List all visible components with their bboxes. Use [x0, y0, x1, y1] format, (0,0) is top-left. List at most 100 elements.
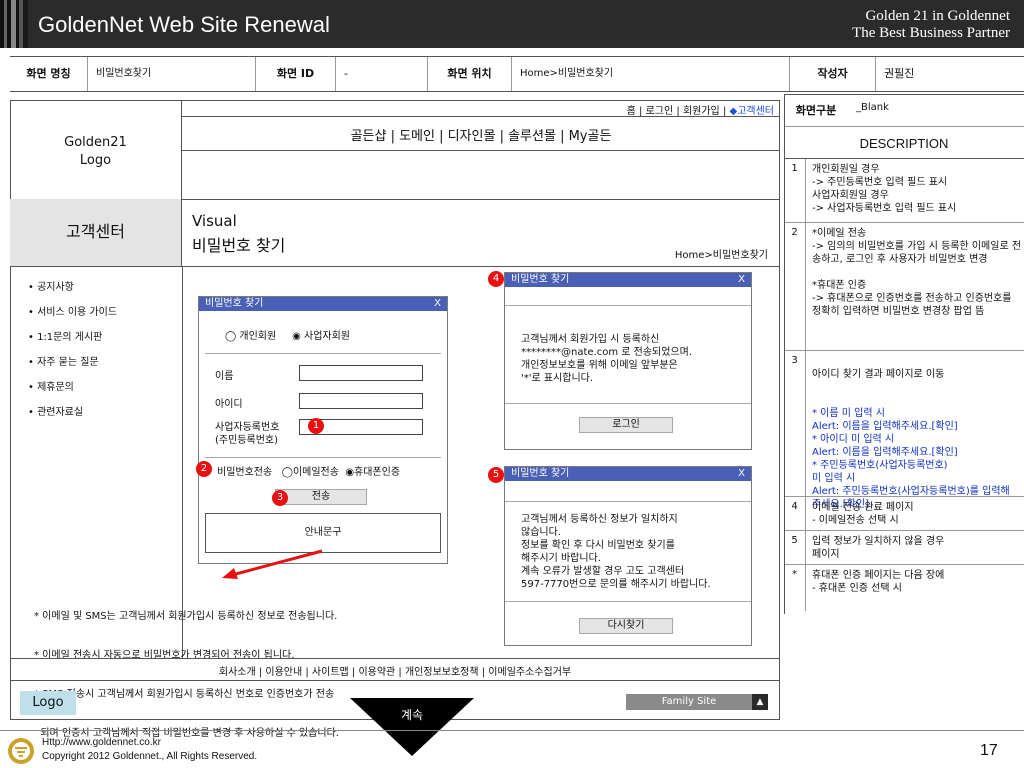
submit-button[interactable]: 전송 [275, 489, 367, 505]
continue-label: 계속 [400, 708, 424, 722]
document-title: GoldenNet Web Site Renewal [38, 12, 330, 37]
location-value: Home>비밀번호찾기 [512, 57, 790, 91]
site-logo-text: Golden21 Logo [64, 135, 127, 168]
find-password-window: 비밀번호 찾기 X ◯ 개인회원 ◉ 사업자회원 이름 아이디 사업자등록번호 … [198, 296, 448, 564]
desc-row-1-text: 개인회원일 경우 -> 주민등록번호 입력 필드 표시 사업자회원일 경우 ->… [812, 164, 957, 214]
menu-item-guide-label: 서비스 이용 가이드 [37, 307, 118, 318]
menu-item-partnership-label: 제휴문의 [37, 382, 74, 393]
header-slogan: Golden 21 in Goldennet The Best Business… [852, 8, 1010, 42]
footer-links[interactable]: 회사소개 | 이용안내 | 사이트맵 | 이용약관 | 개인정보보호정책 | 이… [10, 663, 780, 678]
note-line-3: * SMS 전송시 고객님께서 회원가입시 등록하신 번호로 인증번호가 전송 [34, 689, 335, 700]
menu-item-resources-label: 관련자료실 [37, 407, 84, 418]
utility-links: 홈 | 로그인 | 회원가입 | ◆고객센터 [626, 106, 774, 117]
desc-row-6-number: * [784, 565, 806, 611]
visual-label: Visual [192, 212, 237, 230]
author-value: 권필진 [884, 67, 915, 80]
radio-send-phone-label: 휴대폰인증 [354, 467, 401, 478]
radio-business-label: 사업자회원 [304, 331, 350, 342]
goldennet-emblem-icon [8, 738, 34, 764]
radio-personal-label: 개인회원 [239, 331, 277, 342]
mismatch-close-icon[interactable]: X [738, 467, 745, 481]
id-input[interactable] [299, 393, 423, 409]
desc-left-border [784, 94, 785, 614]
email-sent-message: 고객님께서 회원가입 시 등록하신 ********@nate.com 로 전송… [521, 334, 693, 384]
desc-row-2-text: *이메일 전송 -> 임의의 비밀번호를 가입 시 등록한 이메일로 전송하고,… [812, 228, 1022, 317]
menu-item-resources[interactable]: • 관련자료실 [28, 403, 117, 418]
bizno-label: 사업자등록번호 (주민등록번호) [215, 421, 279, 447]
site-logo-placeholder[interactable]: Golden21 Logo [10, 100, 182, 200]
mismatch-titlebar: 비밀번호 찾기 X [505, 467, 751, 481]
mismatch-title: 비밀번호 찾기 [511, 468, 570, 479]
desc-row-2-number: 2 [784, 223, 806, 350]
description-heading: DESCRIPTION [859, 136, 949, 151]
section-title: 고객센터 [10, 199, 182, 267]
screen-name-value: 비밀번호찾기 [88, 57, 256, 91]
left-menu: • 공지사항 • 서비스 이용 가이드 • 1:1문의 게시판 • 자주 묻는 … [28, 278, 117, 428]
name-label: 이름 [215, 371, 234, 382]
login-button[interactable]: 로그인 [579, 417, 673, 433]
screen-name-label: 화면 명칭 [10, 57, 88, 91]
desc-row-5: 5 입력 정보가 일치하지 않을 경우 페이지 [784, 531, 1024, 565]
mismatch-popup: 비밀번호 찾기 X 고객님께서 등록하신 정보가 일치하지 않습니다. 정보를 … [504, 466, 752, 646]
bizno-label-line1: 사업자등록번호 [215, 422, 280, 433]
menu-item-partnership[interactable]: • 제휴문의 [28, 378, 117, 393]
screen-meta-table: 화면 명칭 비밀번호찾기 화면 ID - 화면 위치 Home>비밀번호찾기 작… [10, 56, 1024, 92]
menu-item-guide[interactable]: • 서비스 이용 가이드 [28, 303, 117, 318]
footer-url[interactable]: Http://www.goldennet.co.kr [42, 737, 161, 748]
header-slogan-line2: The Best Business Partner [852, 25, 1010, 41]
email-sent-titlebar: 비밀번호 찾기 X [505, 273, 751, 287]
screen-id-value: - [336, 57, 428, 91]
footer-divider-top [10, 658, 780, 659]
menu-item-faq-label: 자주 묻는 질문 [37, 357, 99, 368]
desc-row-1: 1 개인회원일 경우 -> 주민등록번호 입력 필드 표시 사업자회원일 경우 … [784, 159, 1024, 223]
note-line-2: * 이메일 전송시 자동으로 비밀번호가 변경되어 전송이 됩니다. [34, 650, 295, 661]
description-panel: 화면구분 _Blank DESCRIPTION 1 개인회원일 경우 -> 주민… [784, 94, 1024, 614]
note-line-1: * 이메일 및 SMS는 고객님께서 회원가입시 등록하신 정보로 전송됩니다. [34, 611, 338, 622]
menu-item-notice[interactable]: • 공지사항 [28, 278, 117, 293]
form-divider-2 [205, 457, 441, 458]
gnb-divider [182, 150, 780, 151]
desc-divider [784, 126, 1024, 127]
bottom-logo[interactable]: Logo [20, 691, 76, 715]
email-sent-popup: 비밀번호 찾기 X 고객님께서 회원가입 시 등록하신 ********@nat… [504, 272, 752, 450]
popup5-divider [505, 501, 751, 502]
global-nav[interactable]: 골든샵 | 도메인 | 디자인몰 | 솔루션몰 | My골든 [182, 125, 780, 144]
desc-row-4-number: 4 [784, 497, 806, 530]
page-number: 17 [980, 742, 998, 759]
family-site-arrow-icon[interactable]: ▲ [752, 694, 768, 710]
radio-send-email-label: 이메일전송 [292, 467, 339, 478]
radio-send-email[interactable]: ◯이메일전송 [282, 467, 339, 478]
desc-row-3: 3 아이디 찾기 결과 페이지로 이동 * 이름 미 입력 시 Alert: 이… [784, 351, 1024, 510]
desc-row-5-text: 입력 정보가 일치하지 않을 경우 페이지 [812, 536, 945, 560]
document-header: GoldenNet Web Site Renewal Golden 21 in … [0, 0, 1024, 48]
location-label: 화면 위치 [428, 57, 512, 91]
name-input[interactable] [299, 365, 423, 381]
email-sent-close-icon[interactable]: X [738, 273, 745, 287]
popup4-divider [505, 305, 751, 306]
find-password-title: 비밀번호 찾기 [205, 298, 264, 309]
radio-personal[interactable]: ◯ 개인회원 [225, 331, 276, 342]
retry-button[interactable]: 다시찾기 [579, 618, 673, 634]
send-method-group: 비밀번호전송 ◯이메일전송 ◉휴대폰인증 [217, 463, 400, 478]
member-type-radio-group: ◯ 개인회원 ◉ 사업자회원 [225, 327, 350, 342]
desc-row-6: * 휴대폰 인증 페이지는 다음 장에 - 휴대폰 인증 선택 시 [784, 565, 1024, 611]
menu-item-qna-label: 1:1문의 게시판 [37, 332, 103, 343]
email-sent-title: 비밀번호 찾기 [511, 274, 570, 285]
close-icon[interactable]: X [434, 297, 441, 311]
family-site-select[interactable]: Family Site [626, 694, 752, 710]
id-label: 아이디 [215, 399, 243, 410]
desc-row-6-text: 휴대폰 인증 페이지는 다음 장에 - 휴대폰 인증 선택 시 [812, 570, 945, 594]
footer-divider [10, 680, 780, 681]
menu-item-qna[interactable]: • 1:1문의 게시판 [28, 328, 117, 343]
radio-send-phone[interactable]: ◉휴대폰인증 [345, 467, 400, 478]
desc-row-3-main: 아이디 찾기 결과 페이지로 이동 [812, 369, 945, 380]
popup5-divider-2 [505, 601, 751, 602]
desc-row-2: 2 *이메일 전송 -> 임의의 비밀번호를 가입 시 등록한 이메일로 전송하… [784, 223, 1024, 351]
radio-business[interactable]: ◉ 사업자회원 [292, 331, 350, 342]
menu-item-faq[interactable]: • 자주 묻는 질문 [28, 353, 117, 368]
desc-top-border [784, 94, 1024, 95]
desc-row-4: 4 이메일 전송 완료 페이지 - 이메일전송 선택 시 [784, 497, 1024, 531]
marker-3: 3 [272, 490, 288, 506]
menu-item-notice-label: 공지사항 [37, 282, 74, 293]
desc-row-3-alerts: * 이름 미 입력 시 Alert: 이름을 입력해주세요.[확인] * 아이디… [812, 408, 1010, 510]
